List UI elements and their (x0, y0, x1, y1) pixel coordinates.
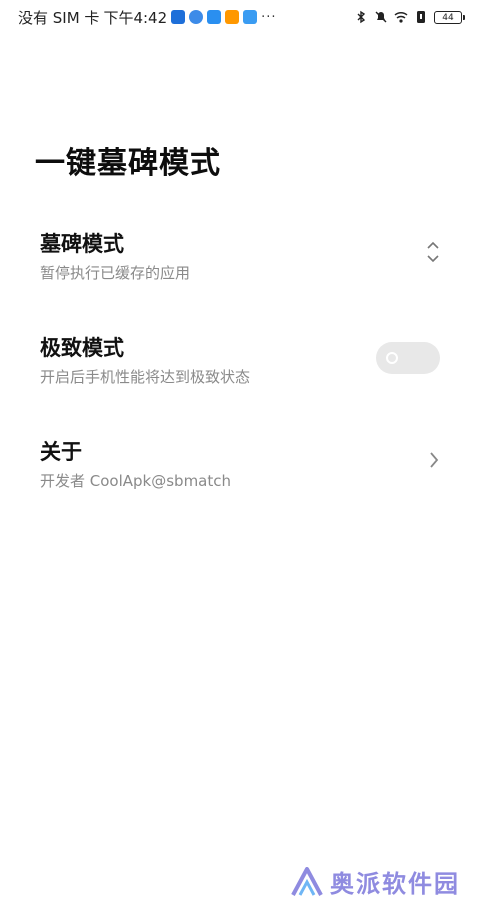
page-title: 一键墓碑模式 (35, 146, 221, 181)
setting-row-extreme-mode[interactable]: 极致模式 开启后手机性能将达到极致状态 (40, 332, 440, 402)
setting-subtitle: 暂停执行已缓存的应用 (40, 264, 191, 282)
watermark: 奥派软件园 (290, 864, 460, 899)
play-icon (225, 10, 240, 24)
toggle-knob (386, 352, 398, 364)
carrier-text: 没有 SIM 卡 (18, 8, 100, 27)
wifi-icon (394, 11, 408, 23)
extreme-mode-toggle[interactable] (376, 342, 440, 374)
status-left: 没有 SIM 卡 下午4:42 ··· (18, 7, 277, 28)
setting-subtitle: 开启后手机性能将达到极致状态 (40, 368, 251, 386)
status-bar: 没有 SIM 卡 下午4:42 ··· 44 (0, 0, 480, 34)
setting-title: 墓碑模式 (40, 232, 124, 256)
watermark-text: 奥派软件园 (330, 870, 460, 898)
aopai-logo-icon (291, 866, 323, 896)
app-notify-icon (171, 10, 186, 24)
setting-row-tombstone-mode[interactable]: 墓碑模式 暂停执行已缓存的应用 (40, 228, 440, 298)
setting-subtitle: 开发者 CoolApk@sbmatch (40, 472, 232, 490)
up-down-chevron-icon[interactable] (426, 240, 440, 264)
app-book-icon (207, 10, 222, 24)
setting-title: 关于 (40, 440, 82, 464)
bluetooth-icon (357, 10, 366, 24)
chevron-right-icon[interactable] (428, 450, 440, 470)
mute-bell-icon (375, 11, 387, 23)
cloud-icon (243, 10, 258, 24)
battery-indicator: 44 (434, 10, 465, 24)
setting-row-about[interactable]: 关于 开发者 CoolApk@sbmatch (40, 436, 440, 506)
battery-saver-icon (417, 11, 425, 23)
more-notifications-icon: ··· (261, 9, 277, 25)
browser-icon (189, 10, 204, 24)
setting-title: 极致模式 (40, 336, 124, 360)
status-right: 44 (354, 10, 465, 24)
clock-text: 下午4:42 (103, 8, 168, 27)
